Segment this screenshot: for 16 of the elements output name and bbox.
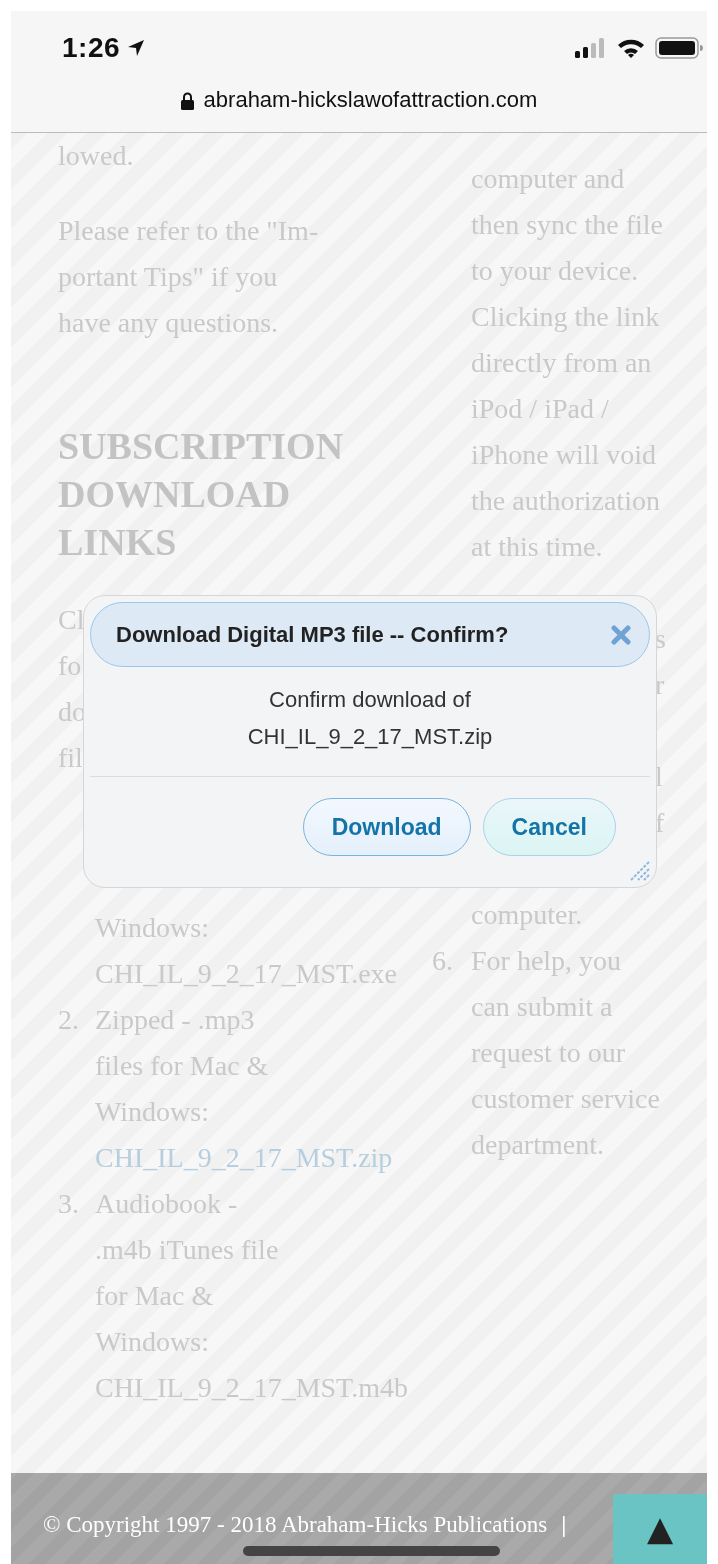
dialog-message: Confirm download of CHI_IL_9_2_17_MST.zip [246,686,494,751]
close-icon[interactable] [611,624,631,645]
dialog-title: Download Digital MP3 file -- Confirm? [116,621,510,648]
home-indicator[interactable] [243,1546,500,1556]
lock-icon [180,92,194,110]
wifi-icon [617,38,645,58]
download-button[interactable]: Download [302,798,471,856]
cancel-button[interactable]: Cancel [482,798,616,856]
clock-time: 1:26 [62,32,121,64]
location-arrow-icon [126,38,147,58]
separator-text: | [561,1512,567,1538]
resize-grip-icon[interactable] [628,859,650,881]
signal-icon [575,38,607,58]
battery-icon [655,37,703,59]
copyright-text: © Copyright 1997 - 2018 Abraham-Hicks Publications [43,1512,548,1538]
back-to-top-button[interactable]: ▲ [613,1494,707,1564]
